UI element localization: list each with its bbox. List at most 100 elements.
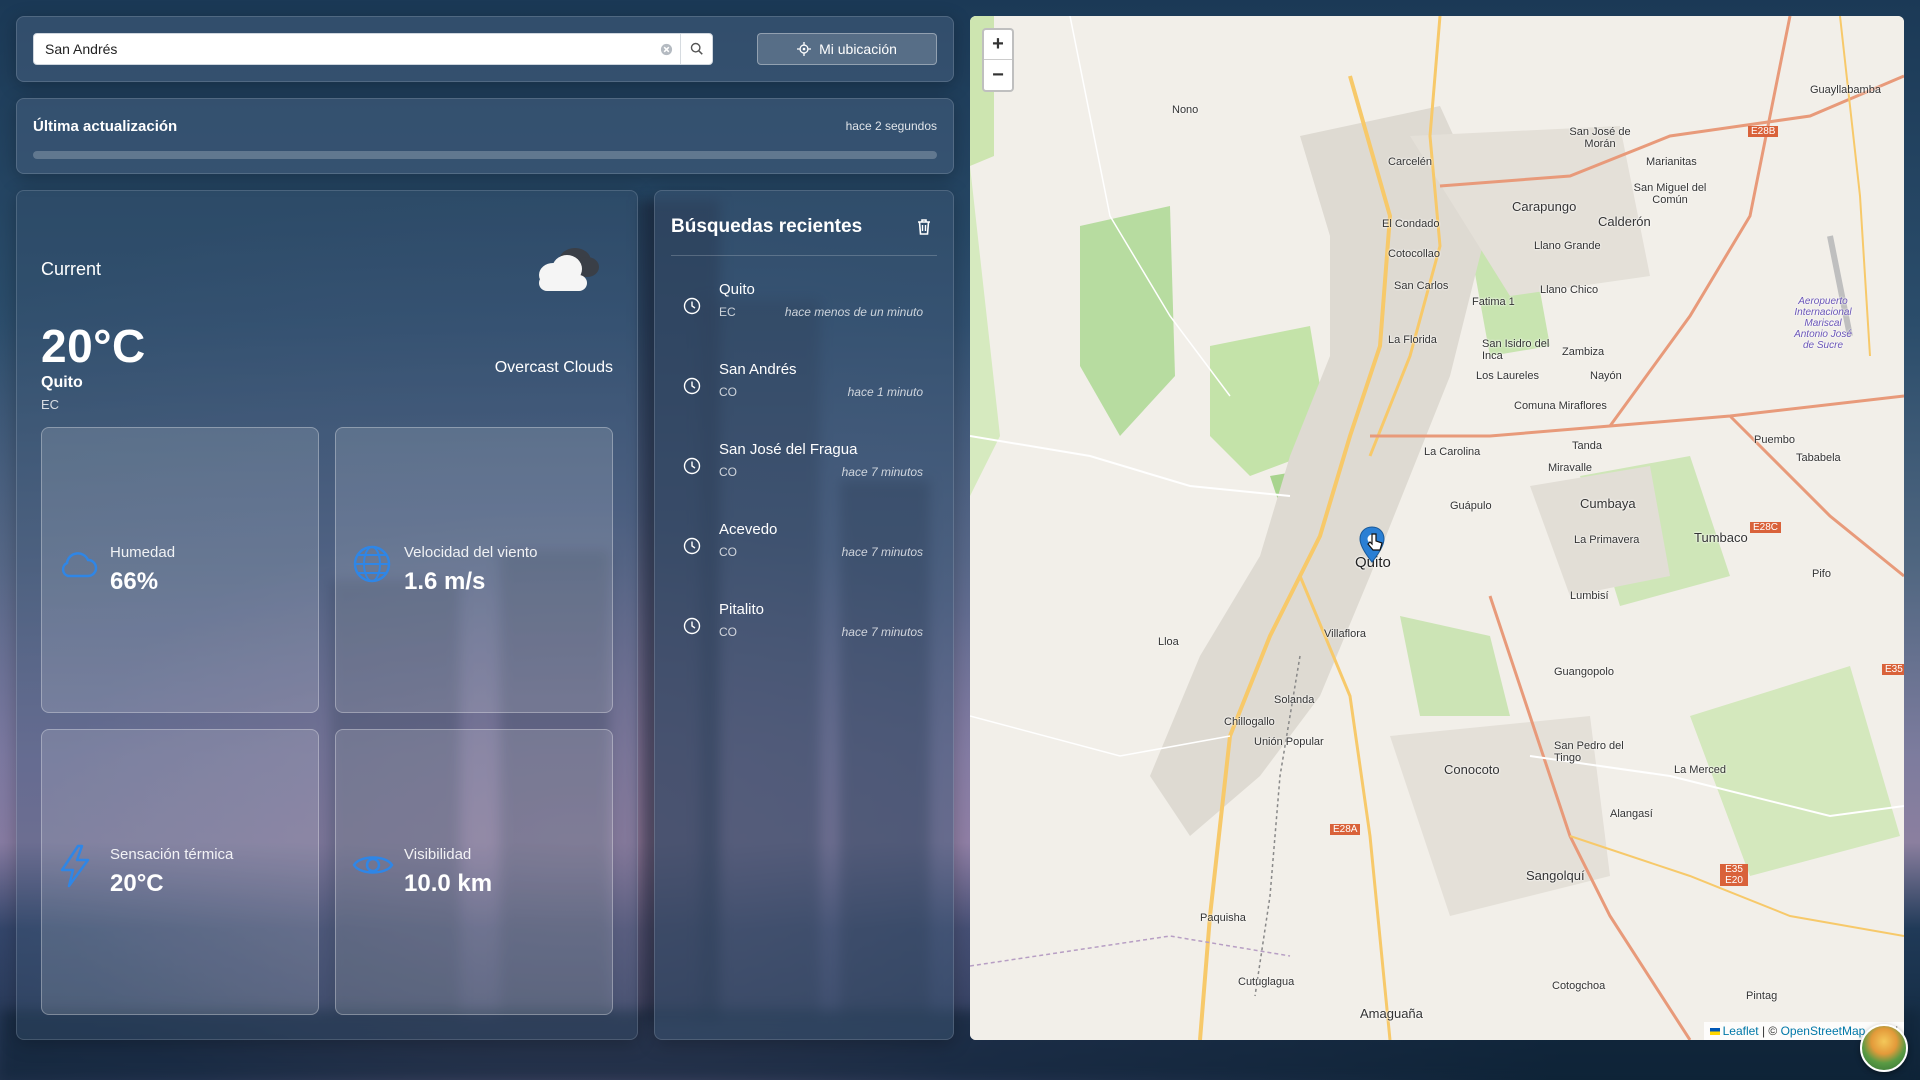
map-label: Cumbaya <box>1580 496 1636 511</box>
last-update-panel: Última actualización hace 2 segundos <box>16 98 954 174</box>
map-label: Tumbaco <box>1694 530 1748 545</box>
recent-item-country: CO <box>719 385 737 399</box>
map-label: Sangolquí <box>1526 868 1585 883</box>
country-code: EC <box>41 397 60 412</box>
recent-item[interactable]: Quito EC hace menos de un minuto <box>671 273 939 343</box>
map-label: Guápulo <box>1450 500 1492 512</box>
map-label: Los Laureles <box>1476 370 1539 382</box>
map-label: Amaguaña <box>1360 1006 1423 1021</box>
recent-item-name: San José del Fragua <box>719 441 858 458</box>
search-icon <box>690 42 703 55</box>
lightning-icon <box>60 844 90 888</box>
my-location-button[interactable]: Mi ubicación <box>757 33 937 65</box>
recent-item-country: CO <box>719 625 737 639</box>
map-label: Guayllabamba <box>1810 84 1881 96</box>
wind-speed-tile: Velocidad del viento 1.6 m/s <box>335 427 613 713</box>
current-label: Current <box>41 259 102 279</box>
map-label: Nayón <box>1590 370 1622 382</box>
cloud-icon <box>539 248 599 291</box>
recent-item[interactable]: San Andrés CO hace 1 minuto <box>671 353 939 423</box>
leaflet-link[interactable]: Leaflet <box>1723 1024 1759 1038</box>
trash-icon[interactable] <box>917 219 931 235</box>
map-label: Solanda <box>1274 694 1315 706</box>
map-label: Unión Popular <box>1254 736 1324 748</box>
zoom-out-button[interactable]: − <box>984 60 1012 90</box>
recent-searches-title: Búsquedas recientes <box>671 216 863 237</box>
my-location-label: Mi ubicación <box>819 41 897 57</box>
map-label: Guangopolo <box>1554 666 1614 678</box>
map-label: Fatima 1 <box>1472 296 1515 308</box>
clock-icon <box>683 297 701 315</box>
recent-item[interactable]: Acevedo CO hace 7 minutos <box>671 513 939 583</box>
map-label: El Condado <box>1382 218 1440 230</box>
map-label: Llano Grande <box>1534 240 1601 252</box>
recent-item-time: hace 1 minuto <box>847 385 923 399</box>
clear-search-button[interactable] <box>652 34 680 64</box>
recent-item[interactable]: San José del Fragua CO hace 7 minutos <box>671 433 939 503</box>
map-label: Carcelén <box>1388 156 1433 168</box>
map-label: Cotogchoa <box>1552 980 1606 992</box>
last-update-time: hace 2 segundos <box>845 119 937 133</box>
map-label: Lloa <box>1158 636 1179 648</box>
map-label: San Carlos <box>1394 280 1449 292</box>
map-label: Villaflora <box>1324 628 1366 640</box>
clock-icon <box>683 377 701 395</box>
visibility-tile: Visibilidad 10.0 km <box>335 729 613 1015</box>
current-temperature: 20°C <box>41 320 146 372</box>
map-label: Pintag <box>1746 990 1778 1002</box>
map-label: Puembo <box>1754 434 1795 446</box>
recent-item[interactable]: Pitalito CO hace 7 minutos <box>671 593 939 663</box>
cloud-outline-icon <box>61 552 98 578</box>
recent-searches-panel: Búsquedas recientes Quito EC hace menos … <box>654 190 954 1040</box>
current-weather-panel: Current 20°C Overcast Clouds Quito EC Hu… <box>16 190 638 1040</box>
visibility-label: Visibilidad <box>404 846 472 863</box>
weather-description: Overcast Clouds <box>494 359 613 376</box>
map-label: La Primavera <box>1574 534 1640 546</box>
attribution-separator: | © <box>1758 1024 1781 1038</box>
map-label: Marianitas <box>1646 156 1697 168</box>
map-label: Zambiza <box>1562 346 1605 358</box>
last-update-title: Última actualización <box>33 118 178 135</box>
map-label: E28C <box>1750 522 1782 533</box>
humidity-value: 66% <box>110 568 159 595</box>
humidity-label: Humedad <box>110 544 176 561</box>
search-button[interactable] <box>680 34 712 64</box>
map[interactable]: Quito Nono Carcelén Carapungo Calderón E… <box>970 16 1904 1040</box>
map-label: Cutuglagua <box>1238 976 1295 988</box>
clock-icon <box>683 617 701 635</box>
map-label: Alangasí <box>1610 808 1653 820</box>
map-label: E35 <box>1882 664 1904 675</box>
divider <box>671 255 937 256</box>
cursor-hand-icon <box>1367 533 1383 551</box>
map-label: Paquisha <box>1200 912 1246 924</box>
recent-item-country: CO <box>719 465 737 479</box>
map-label: San Miguel del Común <box>1633 182 1707 206</box>
recent-item-time: hace 7 minutos <box>841 625 923 639</box>
search-input[interactable] <box>34 34 652 64</box>
zoom-in-button[interactable]: + <box>984 30 1012 60</box>
recent-item-name: Pitalito <box>719 601 765 618</box>
search-box <box>33 33 713 65</box>
recent-item-country: CO <box>719 545 737 559</box>
map-label: Cotocollao <box>1388 248 1440 260</box>
crosshair-icon <box>797 42 812 56</box>
map-label: Aeropuerto Internacional Mariscal Antoni… <box>1794 296 1852 351</box>
recent-item-name: San Andrés <box>719 361 797 378</box>
humidity-tile: Humedad 66% <box>41 427 319 713</box>
recent-item-time: hace 7 minutos <box>841 465 923 479</box>
osm-link[interactable]: OpenStreetMap <box>1781 1024 1866 1038</box>
recent-item-name: Quito <box>719 281 755 298</box>
wind-speed-value: 1.6 m/s <box>404 568 486 595</box>
map-label: Pifo <box>1812 568 1831 580</box>
map-label: Chillogallo <box>1224 716 1275 728</box>
map-label: Tababela <box>1796 452 1841 464</box>
feels-like-value: 20°C <box>110 870 164 897</box>
eye-icon <box>352 856 394 874</box>
map-label: E28B <box>1748 126 1779 137</box>
wind-speed-label: Velocidad del viento <box>404 544 538 561</box>
refresh-progress-bar <box>33 151 937 159</box>
map-label: Nono <box>1172 104 1199 116</box>
floating-app-icon[interactable] <box>1860 1024 1908 1072</box>
recent-item-time: hace 7 minutos <box>841 545 923 559</box>
map-label: San Pedro del Tingo <box>1554 740 1624 764</box>
